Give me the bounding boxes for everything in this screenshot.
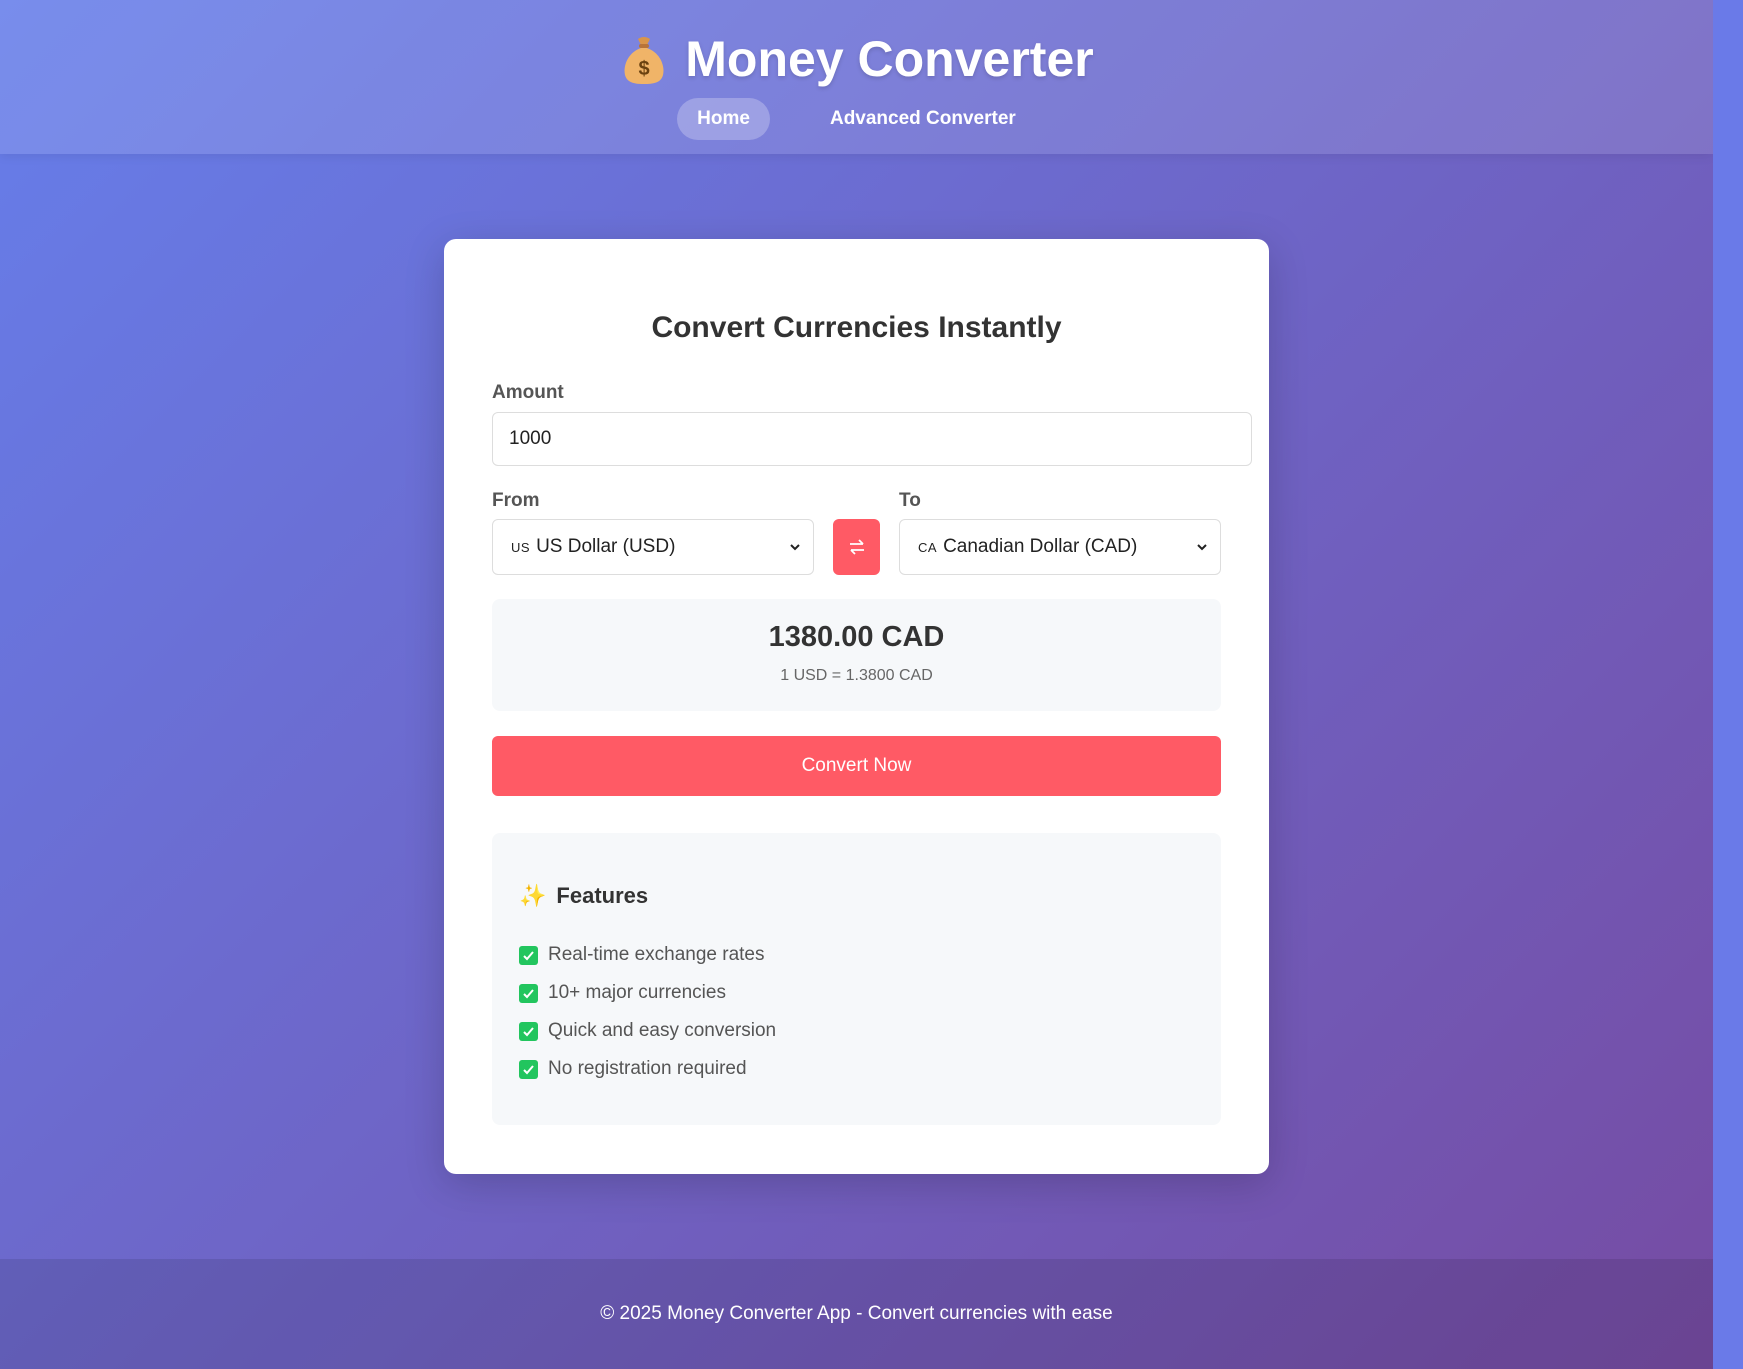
list-item: 10+ major currencies <box>519 974 776 1012</box>
scrollbar[interactable] <box>1713 0 1743 1369</box>
converter-heading: Convert Currencies Instantly <box>651 311 1062 344</box>
list-item: Quick and easy conversion <box>519 1012 776 1050</box>
nav-home[interactable]: Home <box>677 98 770 140</box>
swap-button[interactable] <box>833 519 880 575</box>
feature-text: No registration required <box>548 1058 747 1079</box>
nav-advanced-converter[interactable]: Advanced Converter <box>810 98 1036 140</box>
list-item: Real-time exchange rates <box>519 936 776 974</box>
feature-text: Real-time exchange rates <box>548 944 765 965</box>
svg-text:$: $ <box>639 58 650 80</box>
result-box: 1380.00 CAD 1 USD = 1.3800 CAD <box>492 599 1221 711</box>
feature-list: Real-time exchange rates 10+ major curre… <box>519 936 776 1088</box>
checkmark-icon <box>519 945 538 965</box>
exchange-rate: 1 USD = 1.3800 CAD <box>780 667 933 684</box>
money-bag-icon: $ <box>624 37 664 84</box>
amount-label: Amount <box>492 382 564 403</box>
ca-flag-icon: CA <box>918 539 938 555</box>
list-item: No registration required <box>519 1050 776 1088</box>
to-currency-value: Canadian Dollar (CAD) <box>943 536 1138 557</box>
checkmark-icon <box>519 983 538 1003</box>
footer: © 2025 Money Converter App - Convert cur… <box>0 1259 1713 1369</box>
from-label: From <box>492 490 540 511</box>
page: $ Money Converter Home Advanced Converte… <box>0 0 1713 1369</box>
app-header: $ Money Converter Home Advanced Converte… <box>0 0 1713 154</box>
chevron-down-icon <box>790 544 800 551</box>
amount-value: 1000 <box>509 428 552 449</box>
app-title: Money Converter <box>685 31 1094 87</box>
result-amount: 1380.00 CAD <box>768 621 945 653</box>
from-currency-select[interactable]: US US Dollar (USD) <box>492 519 814 575</box>
features-box: ✨ Features Real-time exchange rates 10+ … <box>492 833 1221 1125</box>
feature-text: Quick and easy conversion <box>548 1020 777 1041</box>
amount-input[interactable]: 1000 <box>492 412 1252 466</box>
sparkles-icon: ✨ <box>519 883 547 908</box>
features-title-text: Features <box>556 883 649 908</box>
convert-now-button[interactable]: Convert Now <box>492 736 1221 796</box>
main-nav: Home Advanced Converter <box>0 98 1713 140</box>
checkmark-icon <box>519 1021 538 1041</box>
features-title: ✨ Features <box>519 883 648 909</box>
checkmark-icon <box>519 1059 538 1079</box>
feature-text: 10+ major currencies <box>548 982 726 1003</box>
from-currency-value: US Dollar (USD) <box>536 536 676 557</box>
footer-text: © 2025 Money Converter App - Convert cur… <box>600 1303 1113 1324</box>
chevron-down-icon <box>1197 544 1207 551</box>
us-flag-icon: US <box>511 539 531 555</box>
to-label: To <box>899 490 921 511</box>
brand: $ Money Converter <box>0 30 1713 88</box>
swap-arrows-icon <box>849 539 864 555</box>
converter-card: Convert Currencies Instantly Amount 1000… <box>444 239 1269 1174</box>
to-currency-select[interactable]: CA Canadian Dollar (CAD) <box>899 519 1221 575</box>
